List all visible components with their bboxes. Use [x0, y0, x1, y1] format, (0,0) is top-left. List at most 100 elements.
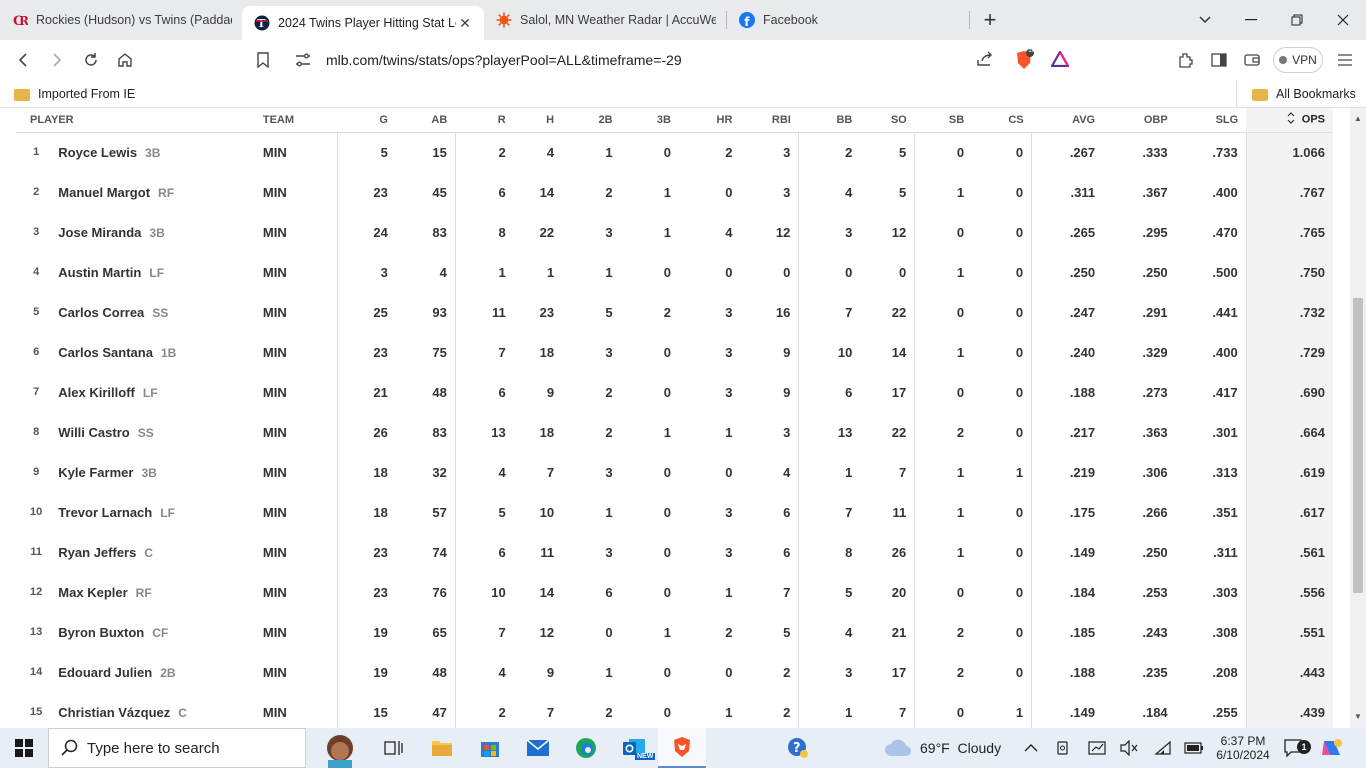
mail-icon[interactable]: [514, 728, 562, 768]
volume-muted-icon[interactable]: [1120, 728, 1138, 768]
player-name-link[interactable]: Edouard Julien: [58, 665, 152, 680]
sidebar-icon[interactable]: [1202, 43, 1236, 77]
wifi-icon[interactable]: [1154, 728, 1172, 768]
bookmark-icon[interactable]: [246, 43, 280, 77]
team-cell[interactable]: MIN: [263, 132, 338, 172]
player-name-link[interactable]: Ryan Jeffers: [58, 545, 136, 560]
team-cell[interactable]: MIN: [263, 572, 338, 612]
team-cell[interactable]: MIN: [263, 252, 338, 292]
show-hidden-icons-icon[interactable]: [1024, 728, 1038, 768]
reload-icon[interactable]: [74, 43, 108, 77]
team-cell[interactable]: MIN: [263, 212, 338, 252]
team-cell[interactable]: MIN: [263, 372, 338, 412]
team-cell[interactable]: MIN: [263, 412, 338, 452]
col-3b[interactable]: 3B: [620, 108, 679, 133]
share-icon[interactable]: [976, 51, 994, 70]
help-icon[interactable]: ?: [774, 728, 822, 768]
col-ab[interactable]: AB: [395, 108, 456, 133]
microsoft-store-icon[interactable]: [466, 728, 514, 768]
stat-obp-cell: .363: [1142, 424, 1168, 440]
player-name-link[interactable]: Christian Vázquez: [58, 705, 170, 720]
col-slg[interactable]: SLG: [1175, 108, 1247, 133]
extensions-icon[interactable]: [1169, 43, 1203, 77]
forward-icon[interactable]: [40, 43, 74, 77]
clock[interactable]: 6:37 PM 6/10/2024: [1212, 728, 1274, 768]
player-name-link[interactable]: Carlos Correa: [58, 305, 144, 320]
site-settings-icon[interactable]: [288, 53, 318, 67]
page-scrollbar[interactable]: ▲ ▼: [1350, 108, 1366, 728]
close-tab-icon[interactable]: ✕: [456, 15, 474, 32]
tab-twins-stats[interactable]: T 2024 Twins Player Hitting Stat Le ✕: [242, 6, 484, 40]
tab-search-chevron-icon[interactable]: [1182, 0, 1228, 40]
scroll-up-icon[interactable]: ▲: [1354, 114, 1362, 123]
tab-accuweather[interactable]: Salol, MN Weather Radar | AccuWea: [484, 0, 726, 40]
team-cell[interactable]: MIN: [263, 612, 338, 652]
scrollbar-thumb[interactable]: [1353, 298, 1363, 593]
windows-start-icon[interactable]: [0, 728, 48, 768]
player-name-link[interactable]: Trevor Larnach: [58, 505, 152, 520]
col-rbi[interactable]: RBI: [740, 108, 799, 133]
col-bb[interactable]: BB: [798, 108, 861, 133]
team-cell[interactable]: MIN: [263, 292, 338, 332]
weather-widget[interactable]: 69°F Cloudy: [884, 728, 1001, 768]
restore-icon[interactable]: [1274, 0, 1320, 40]
team-cell[interactable]: MIN: [263, 332, 338, 372]
tab-rockies-twins[interactable]: CR Rockies (Hudson) vs Twins (Paddack): [0, 0, 242, 40]
col-g[interactable]: G: [337, 108, 396, 133]
back-icon[interactable]: [6, 43, 40, 77]
all-bookmarks-button[interactable]: All Bookmarks: [1252, 87, 1356, 101]
team-cell[interactable]: MIN: [263, 692, 338, 728]
brave-rewards-icon[interactable]: [1050, 49, 1070, 70]
col-r[interactable]: R: [455, 108, 514, 133]
team-cell[interactable]: MIN: [263, 492, 338, 532]
menu-icon[interactable]: [1328, 43, 1362, 77]
outlook-icon[interactable]: NEW: [610, 728, 658, 768]
team-cell[interactable]: MIN: [263, 452, 338, 492]
player-name-link[interactable]: Manuel Margot: [58, 185, 150, 200]
team-cell[interactable]: MIN: [263, 532, 338, 572]
col-team[interactable]: TEAM: [262, 108, 338, 133]
col-player[interactable]: PLAYER: [16, 108, 263, 133]
battery-icon[interactable]: [1184, 728, 1204, 768]
col-ops[interactable]: OPS: [1246, 108, 1333, 133]
col-hr[interactable]: HR: [678, 108, 741, 133]
new-tab-button[interactable]: +: [970, 0, 1010, 40]
tab-facebook[interactable]: f Facebook: [727, 0, 969, 40]
taskbar-search-box[interactable]: Type here to search: [48, 728, 306, 768]
close-window-icon[interactable]: [1320, 0, 1366, 40]
network-monitor-icon[interactable]: [1088, 728, 1106, 768]
team-cell[interactable]: MIN: [263, 172, 338, 212]
vpn-button[interactable]: VPN: [1273, 47, 1323, 73]
col-avg[interactable]: AVG: [1031, 108, 1104, 133]
player-name-link[interactable]: Carlos Santana: [58, 345, 153, 360]
minimize-icon[interactable]: [1228, 0, 1274, 40]
player-name-link[interactable]: Alex Kirilloff: [58, 385, 135, 400]
player-name-link[interactable]: Royce Lewis: [58, 145, 137, 160]
brave-browser-icon[interactable]: [658, 728, 706, 768]
wallet-icon[interactable]: [1235, 43, 1269, 77]
col-cs[interactable]: CS: [972, 108, 1032, 133]
task-view-icon[interactable]: [370, 728, 418, 768]
team-cell[interactable]: MIN: [263, 652, 338, 692]
col-h[interactable]: H: [513, 108, 563, 133]
player-name-link[interactable]: Austin Martin: [58, 265, 141, 280]
player-name-link[interactable]: Kyle Farmer: [58, 465, 133, 480]
bookmark-folder-imported[interactable]: Imported From IE: [14, 87, 135, 101]
col-obp[interactable]: OBP: [1103, 108, 1176, 133]
home-icon[interactable]: [108, 43, 142, 77]
player-name-link[interactable]: Willi Castro: [58, 425, 129, 440]
player-name-link[interactable]: Byron Buxton: [58, 625, 144, 640]
stat-bb-cell: 10: [798, 332, 861, 372]
player-name-link[interactable]: Jose Miranda: [58, 225, 141, 240]
file-explorer-icon[interactable]: [418, 728, 466, 768]
col-so[interactable]: SO: [860, 108, 915, 133]
meet-now-icon[interactable]: [1056, 728, 1072, 768]
col-sb[interactable]: SB: [914, 108, 973, 133]
col-2b[interactable]: 2B: [562, 108, 621, 133]
scroll-down-icon[interactable]: ▼: [1354, 712, 1362, 721]
edge-icon[interactable]: [562, 728, 610, 768]
copilot-icon[interactable]: [1320, 728, 1344, 768]
address-bar[interactable]: mlb.com/twins/stats/ops?playerPool=ALL&t…: [288, 45, 1078, 75]
search-highlight-avatar-icon[interactable]: [310, 728, 370, 768]
player-name-link[interactable]: Max Kepler: [58, 585, 127, 600]
